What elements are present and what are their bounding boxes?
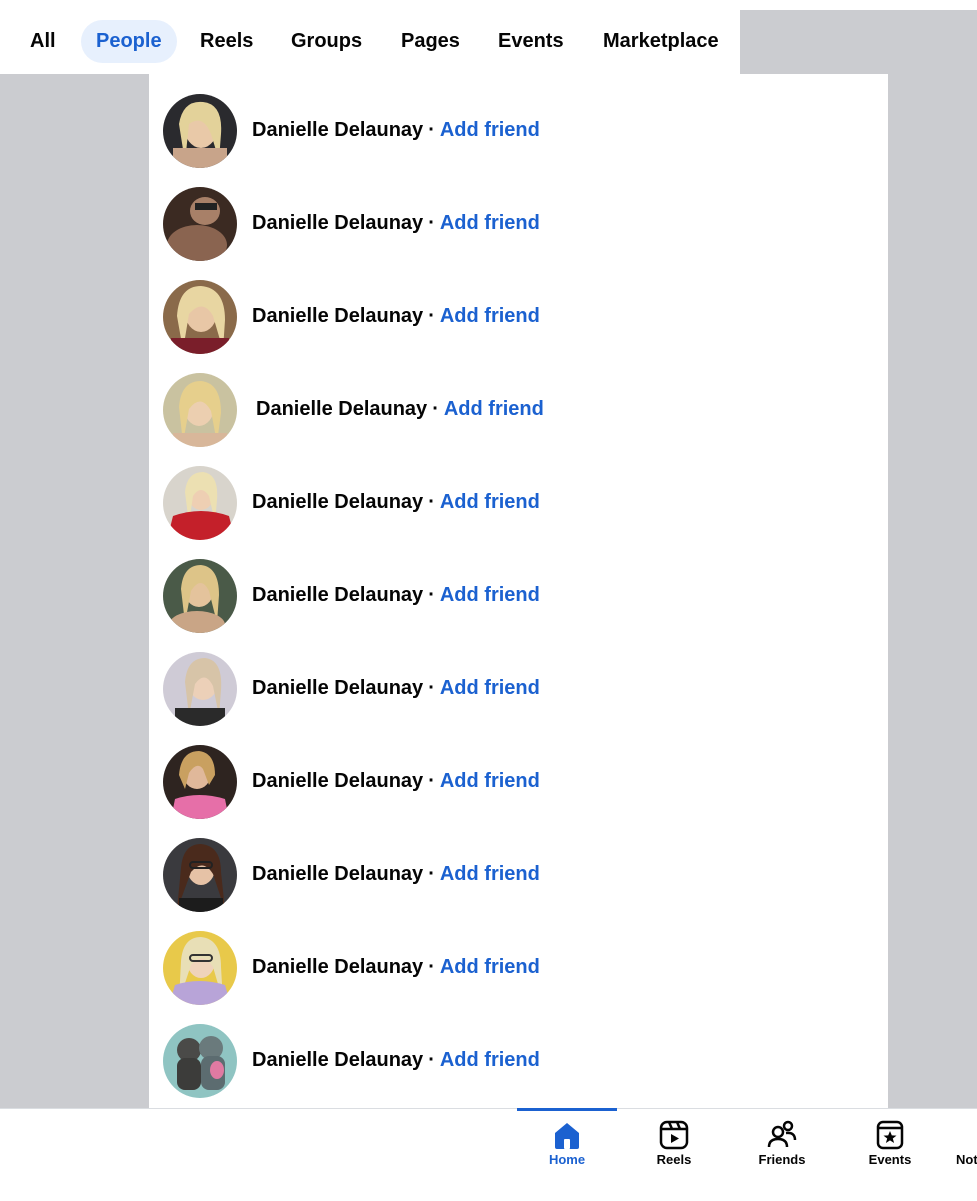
list-item: Danielle Delaunay · Add friend (149, 539, 888, 633)
separator: · (428, 863, 435, 885)
avatar[interactable] (163, 1024, 237, 1098)
person-name[interactable]: Danielle Delaunay (252, 863, 423, 885)
nav-friends[interactable]: Friends (732, 1109, 832, 1201)
person-name[interactable]: Danielle Delaunay (252, 491, 423, 513)
tab-reels[interactable]: Reels (200, 20, 253, 63)
list-item: Danielle Delaunay · Add friend (149, 911, 888, 1005)
avatar[interactable] (163, 838, 237, 912)
list-item: Danielle Delaunay · Add friend (149, 725, 888, 819)
avatar[interactable] (163, 280, 237, 354)
add-friend-button[interactable]: Add friend (440, 1049, 540, 1071)
avatar[interactable] (163, 94, 237, 168)
avatar[interactable] (163, 466, 237, 540)
nav-events[interactable]: Events (840, 1109, 940, 1201)
separator: · (428, 1049, 435, 1071)
nav-home[interactable]: Home (517, 1108, 617, 1201)
add-friend-button[interactable]: Add friend (440, 212, 540, 234)
list-item: Danielle Delaunay · Add friend (149, 167, 888, 261)
avatar[interactable] (163, 745, 237, 819)
avatar[interactable] (163, 187, 237, 261)
list-item: Danielle Delaunay · Add friend (149, 74, 888, 168)
add-friend-button[interactable]: Add friend (444, 398, 544, 420)
tab-marketplace[interactable]: Marketplace (603, 20, 719, 63)
nav-notifications-label: Not (956, 1152, 977, 1167)
list-item: Danielle Delaunay · Add friend (149, 446, 888, 540)
nav-home-label: Home (548, 1152, 586, 1167)
add-friend-button[interactable]: Add friend (440, 770, 540, 792)
separator: · (428, 584, 435, 606)
person-name[interactable]: Danielle Delaunay (252, 212, 423, 234)
separator: · (428, 305, 435, 327)
active-indicator (517, 1108, 617, 1111)
separator: · (428, 212, 435, 234)
list-item: Danielle Delaunay · Add friend (149, 353, 888, 447)
background-gray-top (740, 10, 977, 74)
nav-notifications[interactable]: Not (944, 1109, 977, 1201)
list-item: Danielle Delaunay · Add friend (149, 632, 888, 726)
avatar[interactable] (163, 559, 237, 633)
tab-events[interactable]: Events (498, 20, 564, 63)
person-name[interactable]: Danielle Delaunay (252, 677, 423, 699)
separator: · (428, 119, 435, 141)
tab-people[interactable]: People (81, 20, 177, 63)
reels-icon (659, 1120, 689, 1150)
home-icon (555, 1123, 579, 1149)
tab-groups[interactable]: Groups (291, 20, 362, 63)
add-friend-button[interactable]: Add friend (440, 863, 540, 885)
friends-icon (767, 1120, 797, 1148)
add-friend-button[interactable]: Add friend (440, 119, 540, 141)
tab-all[interactable]: All (30, 20, 56, 63)
person-name[interactable]: Danielle Delaunay (252, 770, 423, 792)
nav-reels[interactable]: Reels (624, 1109, 724, 1201)
person-name[interactable]: Danielle Delaunay (252, 305, 423, 327)
nav-friends-label: Friends (758, 1152, 806, 1167)
separator: · (428, 491, 435, 513)
events-icon (876, 1120, 904, 1150)
avatar[interactable] (163, 373, 237, 447)
search-filter-tabs: All People Reels Groups Pages Events Mar… (0, 0, 740, 74)
separator: · (428, 677, 435, 699)
person-name[interactable]: Danielle Delaunay (252, 956, 423, 978)
nav-events-label: Events (868, 1152, 912, 1167)
person-name[interactable]: Danielle Delaunay (252, 1049, 423, 1071)
list-item: Danielle Delaunay · Add friend (149, 1004, 888, 1098)
add-friend-button[interactable]: Add friend (440, 491, 540, 513)
avatar[interactable] (163, 931, 237, 1005)
person-name[interactable]: Danielle Delaunay (256, 398, 427, 420)
separator: · (432, 398, 439, 420)
add-friend-button[interactable]: Add friend (440, 584, 540, 606)
add-friend-button[interactable]: Add friend (440, 305, 540, 327)
people-results-list: Danielle Delaunay · Add friend Danielle De… (149, 74, 888, 1108)
bottom-navigation: Home Reels Friends Events Not (0, 1108, 977, 1201)
avatar[interactable] (163, 652, 237, 726)
list-item: Danielle Delaunay · Add friend (149, 260, 888, 354)
add-friend-button[interactable]: Add friend (440, 677, 540, 699)
person-name[interactable]: Danielle Delaunay (252, 584, 423, 606)
tab-pages[interactable]: Pages (401, 20, 460, 63)
separator: · (428, 956, 435, 978)
nav-reels-label: Reels (656, 1152, 692, 1167)
person-name[interactable]: Danielle Delaunay (252, 119, 423, 141)
list-item: Danielle Delaunay · Add friend (149, 818, 888, 912)
add-friend-button[interactable]: Add friend (440, 956, 540, 978)
separator: · (428, 770, 435, 792)
